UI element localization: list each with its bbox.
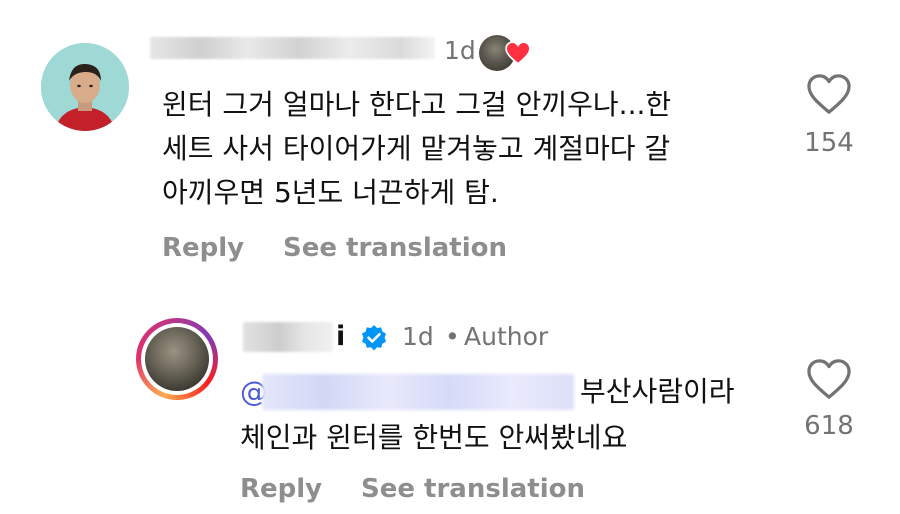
liked-by-author-indicator xyxy=(479,33,533,75)
reply-timestamp: 1d xyxy=(402,322,434,351)
comment-timestamp: 1d xyxy=(444,36,476,65)
like-count: 154 xyxy=(804,128,854,158)
reply-button[interactable]: Reply xyxy=(240,472,322,506)
author-label: Author xyxy=(464,322,549,351)
person-avatar-icon xyxy=(41,43,129,131)
redacted-mention[interactable] xyxy=(262,374,574,410)
author-avatar xyxy=(145,327,209,391)
see-translation-button[interactable]: See translation xyxy=(283,231,507,265)
heart-outline-icon[interactable] xyxy=(806,73,852,115)
comment-text: 윈터 그거 얼마나 한다고 그걸 안끼우나...한 세트 사서 타이어가게 맡겨… xyxy=(162,88,672,209)
heart-outline-icon[interactable] xyxy=(806,358,852,400)
redacted-username[interactable] xyxy=(150,37,435,59)
commenter-avatar[interactable] xyxy=(41,43,129,131)
red-heart-icon xyxy=(505,41,531,65)
like-count: 618 xyxy=(804,411,854,441)
reply-button[interactable]: Reply xyxy=(162,231,244,265)
verified-badge-icon xyxy=(362,325,386,351)
separator-dot: • xyxy=(445,322,460,351)
redacted-author-username[interactable] xyxy=(243,322,333,352)
reply-text-line-1: 부산사람이라 xyxy=(580,375,735,408)
reply-text-line-2: 체인과 윈터를 한번도 안써봤네요 xyxy=(240,421,628,454)
see-translation-button[interactable]: See translation xyxy=(361,472,585,506)
author-avatar-story-ring[interactable] xyxy=(136,318,218,400)
author-username-tail[interactable]: i xyxy=(336,320,345,354)
